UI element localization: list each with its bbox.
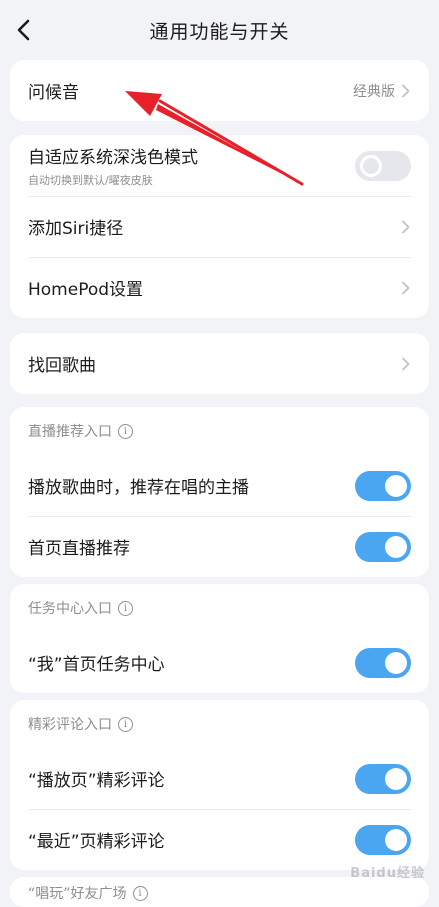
partial-card: “唱玩”好友广场 i <box>10 877 429 907</box>
comments-entry-title: 精彩评论入口 <box>28 717 112 733</box>
partial-title: “唱玩”好友广场 <box>28 886 127 902</box>
comments-entry-card: 精彩评论入口 i “播放页”精彩评论 “最近”页精彩评论 <box>10 700 429 870</box>
chevron-right-icon <box>402 357 410 370</box>
info-icon[interactable]: i <box>118 716 133 732</box>
partial-header: “唱玩”好友广场 i <box>10 877 429 907</box>
back-button[interactable] <box>8 14 40 46</box>
comments-entry-header: 精彩评论入口 i <box>10 700 429 748</box>
greeting-label: 问候音 <box>28 83 79 103</box>
recover-songs-label: 找回歌曲 <box>28 356 96 376</box>
info-icon[interactable]: i <box>132 885 148 901</box>
chevron-right-icon <box>402 220 410 233</box>
chevron-right-icon <box>402 84 410 97</box>
siri-shortcut-row[interactable]: 添加Siri捷径 <box>10 196 429 257</box>
siri-shortcut-label: 添加Siri捷径 <box>28 219 124 239</box>
task-center-label: “我”首页任务中心 <box>28 655 165 675</box>
greeting-value: 经典版 <box>353 83 395 100</box>
live-entry-header: 直播推荐入口 i <box>10 407 429 455</box>
home-live-row: 首页直播推荐 <box>10 516 429 577</box>
navigation-bar: 通用功能与开关 <box>0 0 439 60</box>
recent-comments-toggle[interactable] <box>355 824 411 855</box>
page-title: 通用功能与开关 <box>149 20 290 43</box>
homepod-settings-row[interactable]: HomePod设置 <box>10 257 429 318</box>
greeting-card: 问候音 经典版 <box>10 60 429 121</box>
play-page-comments-toggle[interactable] <box>355 763 411 794</box>
task-center-toggle[interactable] <box>355 647 411 678</box>
adaptive-mode-subtitle: 自动切换到默认/曜夜皮肤 <box>28 174 153 187</box>
recover-songs-row[interactable]: 找回歌曲 <box>10 333 429 394</box>
task-entry-header: 任务中心入口 i <box>10 584 429 632</box>
task-entry-title: 任务中心入口 <box>28 601 112 617</box>
live-entry-card: 直播推荐入口 i 播放歌曲时，推荐在唱的主播 首页直播推荐 <box>10 407 429 577</box>
adaptive-mode-row: 自适应系统深浅色模式 自动切换到默认/曜夜皮肤 <box>10 135 429 196</box>
task-entry-card: 任务中心入口 i “我”首页任务中心 <box>10 584 429 693</box>
adaptive-mode-label: 自适应系统深浅色模式 <box>28 148 198 168</box>
recover-card: 找回歌曲 <box>10 333 429 394</box>
chevron-left-icon <box>17 19 30 41</box>
adaptive-mode-toggle[interactable] <box>355 150 411 181</box>
play-page-comments-row: “播放页”精彩评论 <box>10 748 429 809</box>
recent-comments-label: “最近”页精彩评论 <box>28 832 165 852</box>
display-card: 自适应系统深浅色模式 自动切换到默认/曜夜皮肤 添加Siri捷径 HomePod… <box>10 135 429 318</box>
chevron-right-icon <box>402 281 410 294</box>
recent-comments-row: “最近”页精彩评论 <box>10 809 429 870</box>
watermark: Baidu经验 <box>350 866 425 881</box>
home-live-label: 首页直播推荐 <box>28 539 130 559</box>
live-recommend-label: 播放歌曲时，推荐在唱的主播 <box>28 478 249 498</box>
homepod-settings-label: HomePod设置 <box>28 280 144 300</box>
live-entry-title: 直播推荐入口 <box>28 424 112 440</box>
info-icon[interactable]: i <box>118 600 133 616</box>
play-page-comments-label: “播放页”精彩评论 <box>28 771 165 791</box>
live-recommend-row: 播放歌曲时，推荐在唱的主播 <box>10 455 429 516</box>
home-live-toggle[interactable] <box>355 531 411 562</box>
info-icon[interactable]: i <box>118 423 133 439</box>
task-center-row: “我”首页任务中心 <box>10 632 429 693</box>
live-recommend-toggle[interactable] <box>355 470 411 501</box>
greeting-row[interactable]: 问候音 经典版 <box>10 60 429 121</box>
